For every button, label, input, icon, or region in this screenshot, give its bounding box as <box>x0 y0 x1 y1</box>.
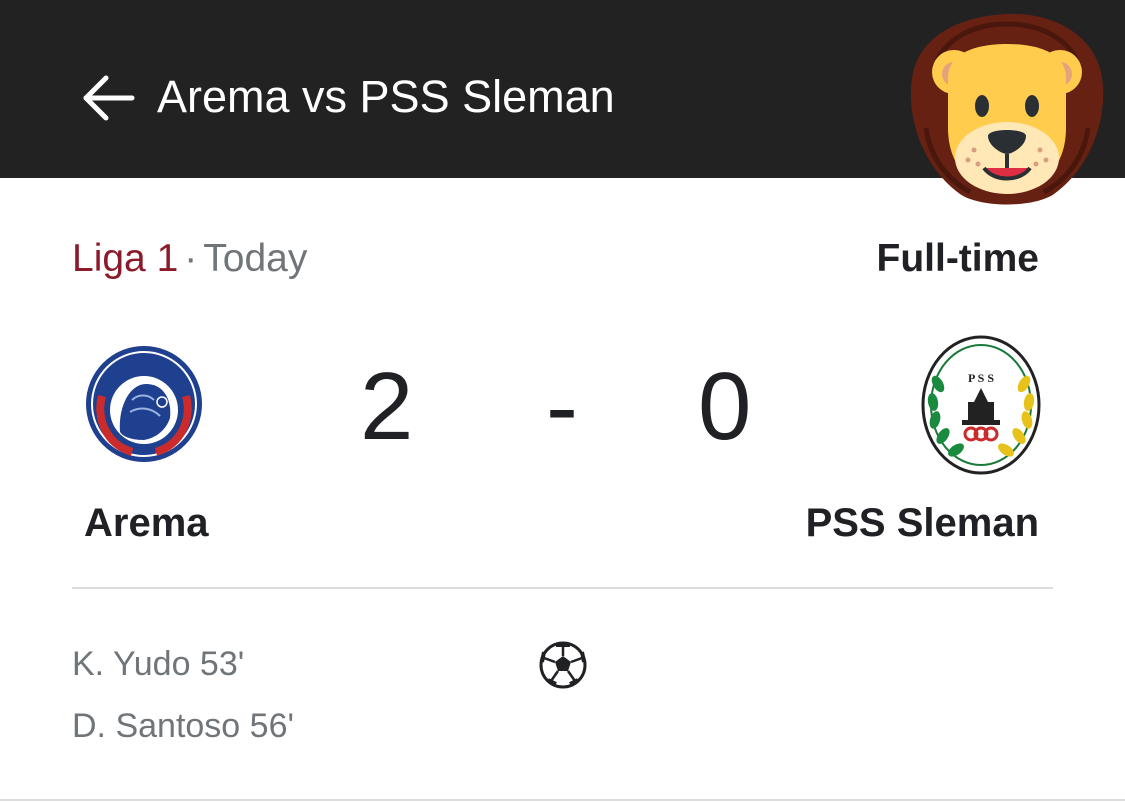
arrow-left-icon <box>83 75 135 121</box>
bottom-divider <box>0 799 1125 801</box>
match-meta: Liga 1 · Today <box>72 234 307 284</box>
away-score: 0 <box>698 353 752 460</box>
lion-face-icon[interactable] <box>904 8 1110 214</box>
scorer-item: D. Santoso 56' <box>72 707 294 745</box>
home-score: 2 <box>360 353 414 460</box>
match-status: Full-time <box>876 237 1040 280</box>
soccer-ball-icon <box>538 640 588 690</box>
league-link[interactable]: Liga 1 <box>72 237 178 280</box>
scorer-item: K. Yudo 53' <box>72 645 245 683</box>
away-team-logo[interactable]: P S S <box>918 332 1044 478</box>
home-team-name[interactable]: Arema <box>84 498 209 548</box>
match-date: Today <box>203 237 308 280</box>
score-separator: - <box>546 353 578 460</box>
page-title: Arema vs PSS Sleman <box>157 71 615 122</box>
away-team-name[interactable]: PSS Sleman <box>806 498 1039 548</box>
home-team-logo[interactable] <box>82 334 206 474</box>
section-divider <box>72 587 1053 589</box>
back-button[interactable] <box>78 70 138 126</box>
home-scorers-list: K. Yudo 53' D. Santoso 56' <box>72 640 294 764</box>
away-logo-text: P S S <box>968 371 994 385</box>
meta-separator: · <box>184 237 198 280</box>
